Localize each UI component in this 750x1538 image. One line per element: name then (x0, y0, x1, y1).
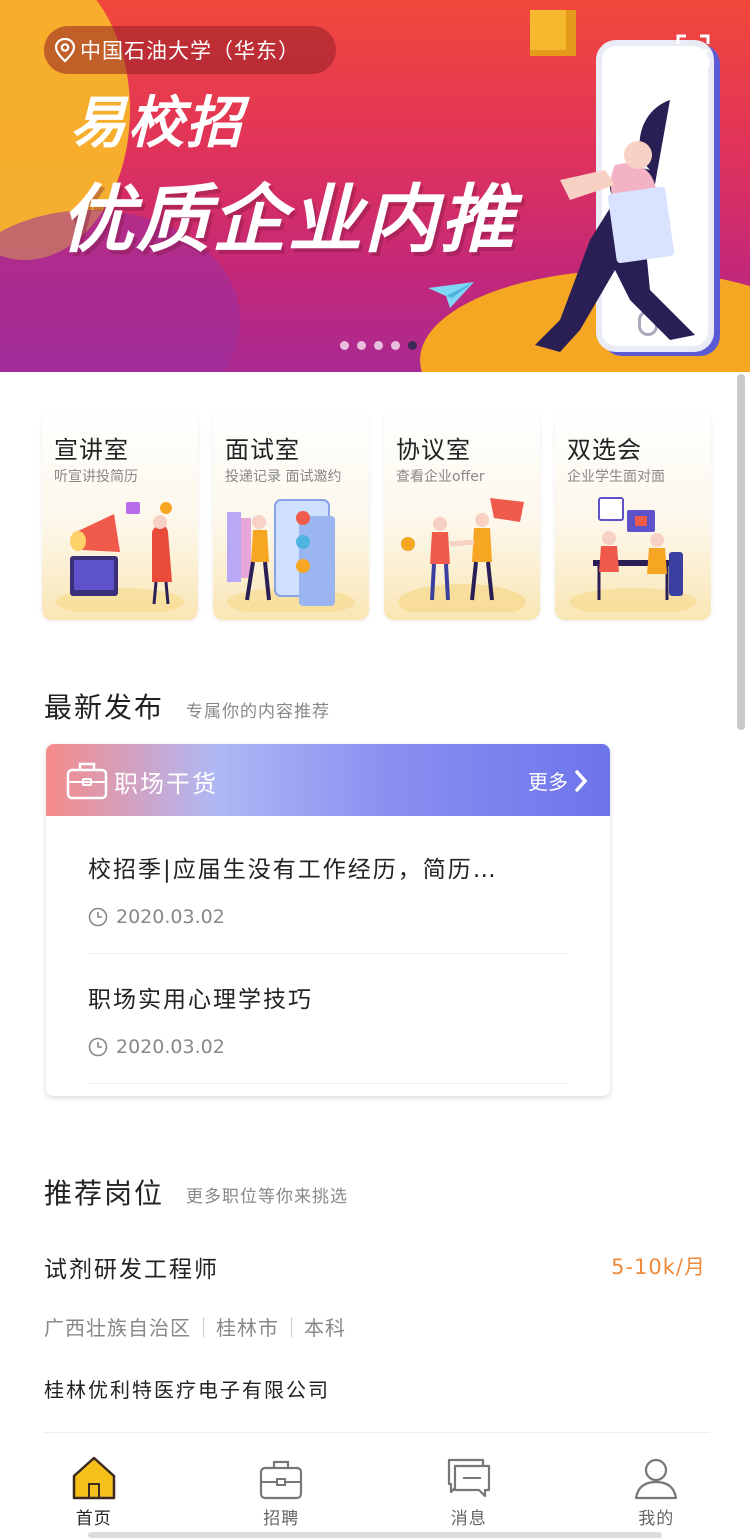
runner-illustration (535, 100, 695, 352)
latest-section-title: 最新发布 (44, 691, 165, 724)
news-item-date: 2020.03.02 (116, 906, 225, 928)
location-selector[interactable]: 中国石油大学（华东） (44, 26, 336, 74)
news-item[interactable]: 职场实用心理学技巧 2020.03.02 (88, 980, 568, 1084)
news-card-header: 职场干货 更多 (46, 744, 610, 816)
feature-subtitle: 听宣讲投简历 (54, 469, 138, 485)
clock-icon (88, 907, 108, 927)
feature-subtitle: 查看企业offer (396, 469, 485, 485)
more-link[interactable]: 更多 (528, 766, 588, 795)
home-icon (72, 1456, 115, 1500)
clock-icon (88, 1037, 108, 1057)
pagination-dot[interactable] (374, 341, 383, 350)
news-item-title: 职场实用心理学技巧 (88, 987, 313, 1013)
chevron-right-icon (575, 769, 588, 792)
feature-title: 宣讲室 (54, 436, 129, 464)
feature-card-agreement-room[interactable]: 协议室 查看企业offer (384, 412, 540, 620)
handshake-illustration (398, 498, 526, 612)
feature-subtitle: 企业学生面对面 (567, 469, 665, 485)
news-item-date: 2020.03.02 (116, 1036, 225, 1058)
message-icon (447, 1458, 490, 1498)
news-item[interactable]: 校招季|应届生没有工作经历，简历… 2020.03.02 (88, 850, 568, 954)
job-company: 桂林优利特医疗电子有限公司 (44, 1378, 330, 1402)
news-item-date-row: 2020.03.02 (88, 1036, 568, 1058)
feature-title: 双选会 (567, 436, 642, 464)
feature-title: 协议室 (396, 436, 471, 464)
jobs-section-subtitle: 更多职位等你来挑选 (186, 1187, 348, 1207)
divider (291, 1316, 292, 1337)
tab-label: 我的 (638, 1509, 675, 1529)
scan-icon[interactable] (676, 34, 710, 68)
news-card: 职场干货 更多 校招季|应届生没有工作经历，简历… 2020.03.02 职场实… (46, 744, 610, 1096)
briefcase-icon (66, 762, 108, 800)
feature-subtitle: 投递记录 面试邀约 (225, 469, 342, 485)
tab-recruitment[interactable]: 招聘 (188, 1446, 376, 1538)
tab-messages[interactable]: 消息 (375, 1446, 563, 1538)
banner-title-small: 易校招 (70, 91, 244, 156)
job-city: 桂林市 (216, 1316, 279, 1340)
job-meta: 广西壮族自治区 桂林市 本科 (44, 1312, 346, 1341)
cube-decoration (530, 10, 576, 56)
job-title: 试剂研发工程师 (44, 1257, 219, 1283)
divider (203, 1316, 204, 1337)
feature-cards: 宣讲室 听宣讲投简历 面试室 投递记录 面试邀约 协议室 查看企业offer 双… (42, 412, 711, 620)
promo-banner[interactable]: 中国石油大学（华东） 易校招 优质企业内推 (0, 0, 750, 372)
tab-profile[interactable]: 我的 (563, 1446, 750, 1538)
pagination-dot[interactable] (391, 341, 400, 350)
job-degree: 本科 (304, 1316, 346, 1340)
banner-pagination (340, 341, 417, 350)
job-fair-illustration (569, 497, 697, 612)
tab-label: 招聘 (263, 1509, 300, 1529)
tab-label: 首页 (75, 1509, 112, 1529)
news-item-title: 校招季|应届生没有工作经历，简历… (88, 857, 498, 883)
user-icon (635, 1458, 678, 1500)
tab-home[interactable]: 首页 (0, 1446, 188, 1538)
more-label: 更多 (528, 770, 568, 794)
location-label: 中国石油大学（华东） (80, 39, 300, 63)
scrollbar[interactable] (737, 374, 745, 730)
feature-card-interview-room[interactable]: 面试室 投递记录 面试邀约 (213, 412, 369, 620)
divider (44, 1432, 710, 1433)
interview-illustration (227, 499, 355, 612)
briefcase-icon (260, 1460, 303, 1500)
pagination-dot[interactable] (357, 341, 366, 350)
megaphone-illustration (56, 502, 184, 612)
pagination-dot[interactable] (340, 341, 349, 350)
news-item-date-row: 2020.03.02 (88, 906, 568, 928)
home-indicator (88, 1532, 662, 1538)
feature-title: 面试室 (225, 436, 300, 464)
tab-label: 消息 (450, 1509, 487, 1529)
feature-card-presentation-room[interactable]: 宣讲室 听宣讲投简历 (42, 412, 198, 620)
jobs-section-title: 推荐岗位 (44, 1177, 165, 1210)
job-salary: 5-10k/月 (611, 1255, 706, 1279)
banner-title-big: 优质企业内推 (60, 177, 516, 263)
location-pin-icon (54, 37, 76, 63)
job-region: 广西壮族自治区 (44, 1316, 191, 1340)
bottom-tab-bar: 首页 招聘 消息 我的 (0, 1446, 750, 1538)
news-category-title: 职场干货 (114, 770, 218, 798)
pagination-dot[interactable] (408, 341, 417, 350)
latest-section-subtitle: 专属你的内容推荐 (186, 702, 330, 722)
feature-card-job-fair[interactable]: 双选会 企业学生面对面 (555, 412, 711, 620)
paper-plane-icon (428, 282, 474, 308)
